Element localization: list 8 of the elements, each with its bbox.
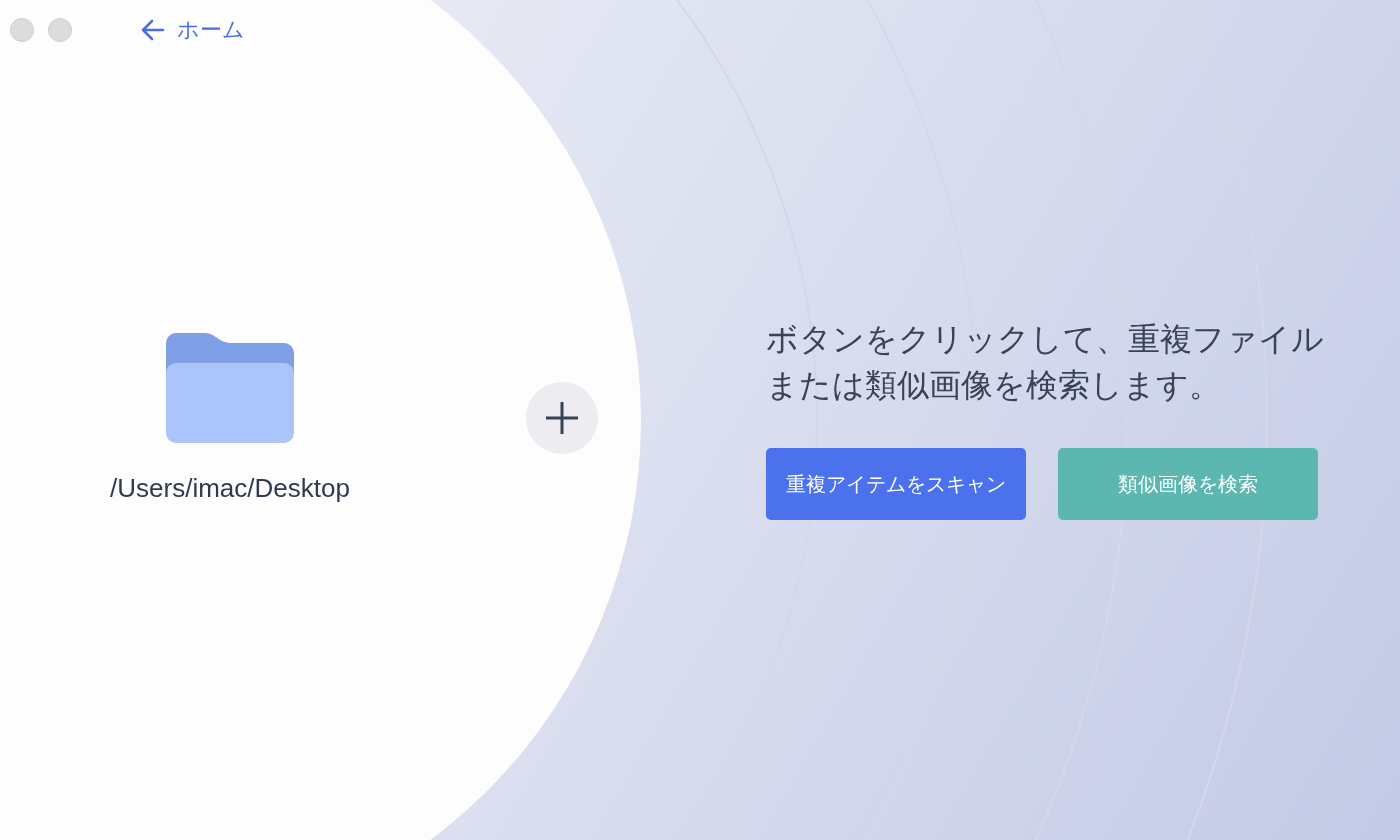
plus-icon (545, 401, 579, 435)
folder-path: /Users/imac/Desktop (110, 472, 350, 504)
folder-icon (166, 332, 294, 443)
instruction-text: ボタンをクリックして、重複ファイルまたは類似画像を検索します。 (766, 320, 1325, 405)
back-button[interactable]: ホーム (141, 15, 245, 45)
find-similar-images-button[interactable]: 類似画像を検索 (1058, 448, 1318, 520)
back-arrow-icon (141, 19, 165, 41)
scan-duplicates-button[interactable]: 重複アイテムをスキャン (766, 448, 1026, 520)
